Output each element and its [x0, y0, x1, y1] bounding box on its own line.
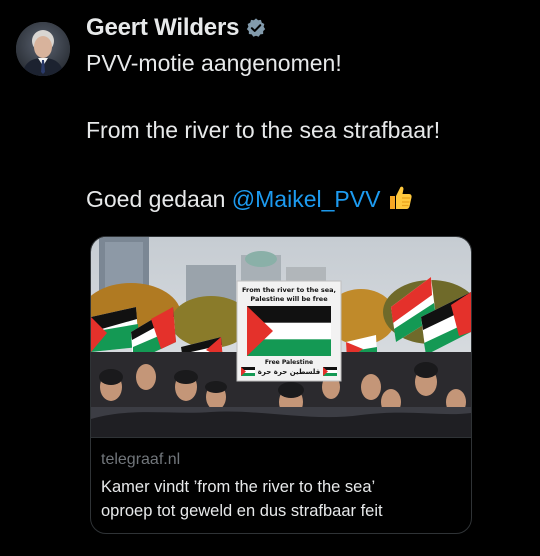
verified-badge-icon [247, 18, 266, 37]
card-title-line-1: Kamer vindt ’from the river to the sea’ [101, 478, 376, 496]
sign-line-3: Free Palestine [265, 359, 313, 366]
sign-mini-flag-right [323, 367, 337, 376]
card-domain: telegraaf.nl [101, 451, 181, 468]
card-title-line-2: oproep tot geweld en dus strafbaar feit [101, 502, 383, 520]
avatar[interactable] [16, 22, 70, 76]
sign-line-4: فلسطين حرة حرة [258, 368, 321, 376]
tweet-text-line-2: From the river to the sea strafbaar! [86, 117, 441, 143]
avatar-image [16, 22, 70, 76]
protest-photo: From the river to the sea, Palestine wil… [91, 237, 471, 437]
card-image: From the river to the sea, Palestine wil… [91, 237, 471, 438]
thumbs-up-icon [390, 186, 413, 209]
tweet-text-prefix: Goed gedaan [86, 186, 232, 212]
card-title: Kamer vindt ’from the river to the sea’ … [101, 475, 461, 523]
protest-sign: From the river to the sea, Palestine wil… [236, 280, 342, 382]
mention-link[interactable]: @Maikel_PVV [232, 186, 381, 212]
link-card[interactable]: From the river to the sea, Palestine wil… [90, 236, 472, 534]
sign-mini-flag-left [241, 367, 255, 376]
sign-line-2: Palestine will be free [250, 295, 328, 303]
tweet-header: Geert Wilders [86, 14, 267, 42]
tweet: Geert Wilders PVV-motie aangenomen! From… [0, 0, 540, 556]
tweet-text-line-1: PVV-motie aangenomen! [86, 50, 342, 76]
author-name[interactable]: Geert Wilders [86, 14, 239, 42]
sign-line-1: From the river to the sea, [242, 286, 336, 294]
tweet-text-line-3: Goed gedaan @Maikel_PVV [86, 183, 414, 213]
